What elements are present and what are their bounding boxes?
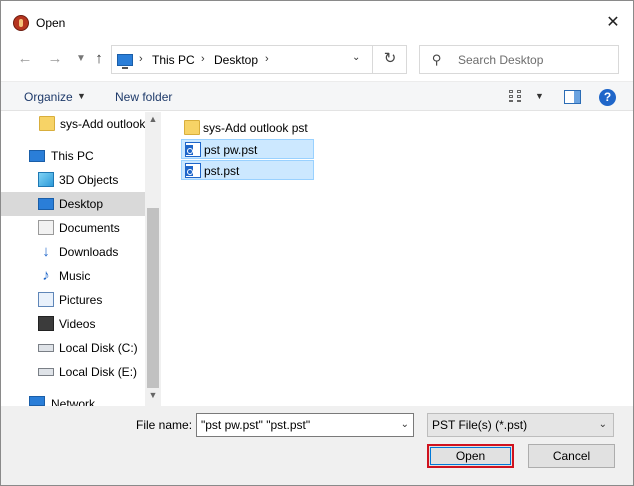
sidebar-item-label: Local Disk (C:) [59, 341, 138, 355]
music-icon: ♪ [42, 267, 50, 284]
address-bar[interactable]: › This PC › Desktop › ⌄ [111, 45, 407, 74]
file-name-value: "pst pw.pst" "pst.pst" [201, 418, 311, 432]
file-item-pst-pw[interactable]: pst pw.pst [181, 139, 314, 159]
folder-icon [39, 116, 55, 131]
sidebar-item-pictures[interactable]: Pictures [1, 288, 145, 312]
file-name: sys-Add outlook pst [203, 121, 308, 135]
up-button[interactable]: ↑ [89, 49, 109, 69]
scroll-up-icon[interactable]: ▲ [145, 114, 161, 128]
sidebar-item-label: sys-Add outlook [60, 117, 146, 131]
view-options-dropdown[interactable]: ▼ [535, 91, 544, 101]
breadcrumb-separator: › [265, 53, 269, 65]
computer-icon [117, 54, 133, 69]
downloads-icon: ↓ [42, 243, 50, 260]
sidebar-item-label: Desktop [59, 197, 104, 211]
new-folder-button[interactable]: New folder [115, 90, 172, 104]
file-name-field[interactable]: "pst pw.pst" "pst.pst" ⌄ [196, 413, 414, 437]
app-icon [13, 15, 29, 31]
close-button[interactable]: ✕ [599, 11, 627, 35]
dialog-title: Open [36, 16, 66, 30]
help-icon[interactable]: ? [599, 89, 616, 106]
breadcrumb-desktop[interactable]: Desktop [214, 53, 258, 67]
file-name: pst.pst [204, 164, 240, 178]
sidebar-item-label: Network [51, 397, 96, 406]
back-button[interactable]: ← [15, 49, 35, 69]
sidebar-item-label: Music [59, 269, 91, 283]
search-icon: ⚲ [432, 52, 442, 67]
folder-icon [184, 120, 200, 135]
sidebar-item-documents[interactable]: Documents [1, 216, 145, 240]
chevron-down-icon[interactable]: ⌄ [401, 419, 409, 430]
search-input[interactable] [458, 51, 613, 69]
command-bar: Organize ▼ New folder ▼ ? [1, 81, 633, 111]
sidebar-item-label: Documents [59, 221, 120, 235]
recent-locations-dropdown[interactable]: ▼ [71, 49, 91, 69]
file-type-value: PST File(s) (*.pst) [432, 418, 528, 432]
pictures-icon [38, 292, 54, 307]
sidebar-item-downloads[interactable]: ↓ Downloads [1, 240, 145, 264]
file-list: sys-Add outlook pst pst pw.pst pst.pst [161, 112, 633, 406]
change-view-icon[interactable] [509, 90, 525, 104]
breadcrumb-this-pc[interactable]: This PC [152, 53, 195, 67]
search-box[interactable]: ⚲ [419, 45, 619, 74]
file-item-folder[interactable]: sys-Add outlook pst [181, 118, 331, 138]
sidebar-item-music[interactable]: ♪ Music [1, 264, 145, 288]
sidebar-item-desktop[interactable]: Desktop [1, 192, 145, 216]
sidebar-item-label: Downloads [59, 245, 119, 259]
open-file-dialog: Open ✕ ← → ▼ ↑ › This PC › Desktop › ⌄ ↻… [0, 0, 634, 486]
bottom-panel: File name: "pst pw.pst" "pst.pst" ⌄ PST … [1, 406, 633, 485]
sidebar-scrollbar[interactable]: ▲ ▼ [145, 112, 161, 406]
file-type-select[interactable]: PST File(s) (*.pst) ⌄ [427, 413, 614, 437]
cancel-button[interactable]: Cancel [528, 444, 615, 468]
sidebar-item-network[interactable]: Network [1, 392, 145, 406]
desktop-icon [38, 198, 54, 210]
sidebar-item-local-disk-c[interactable]: Local Disk (C:) [1, 336, 145, 360]
scrollbar-thumb[interactable] [147, 208, 159, 388]
sidebar-item-this-pc[interactable]: This PC [1, 144, 145, 168]
open-button[interactable]: Open [427, 444, 514, 468]
title-bar: Open ✕ [1, 1, 633, 41]
chevron-down-icon: ⌄ [598, 419, 607, 430]
file-item-pst[interactable]: pst.pst [181, 160, 314, 180]
scroll-down-icon[interactable]: ▼ [145, 390, 161, 404]
preview-pane-icon[interactable] [564, 90, 581, 104]
videos-icon [38, 316, 54, 331]
sidebar-item-videos[interactable]: Videos [1, 312, 145, 336]
sidebar-item-local-disk-e[interactable]: Local Disk (E:) [1, 360, 145, 384]
breadcrumb-separator: › [201, 53, 205, 65]
breadcrumb-separator: › [139, 53, 143, 65]
outlook-pst-icon [185, 163, 201, 178]
sidebar-item-label: Local Disk (E:) [59, 365, 138, 379]
file-name-label: File name: [136, 418, 193, 432]
sidebar-item-label: Videos [59, 317, 96, 331]
sidebar-item-label: Pictures [59, 293, 103, 307]
disk-icon [38, 368, 54, 376]
navigation-pane: sys-Add outlook This PC 3D Objects Deskt… [1, 112, 161, 406]
network-icon [29, 396, 45, 406]
organize-button[interactable]: Organize [24, 90, 73, 104]
chevron-down-icon[interactable]: ▼ [77, 91, 86, 101]
forward-button[interactable]: → [45, 49, 65, 69]
sidebar-item-sys-add-outlook[interactable]: sys-Add outlook [1, 112, 145, 136]
refresh-button[interactable]: ↻ [372, 45, 407, 74]
address-dropdown-icon[interactable]: ⌄ [352, 52, 360, 63]
sidebar-item-label: 3D Objects [59, 173, 119, 187]
3d-objects-icon [38, 172, 54, 187]
outlook-pst-icon [185, 142, 201, 157]
documents-icon [38, 220, 54, 235]
disk-icon [38, 344, 54, 352]
computer-icon [29, 150, 45, 162]
sidebar-item-label: This PC [51, 149, 94, 163]
sidebar-item-3d-objects[interactable]: 3D Objects [1, 168, 145, 192]
file-name: pst pw.pst [204, 143, 258, 157]
